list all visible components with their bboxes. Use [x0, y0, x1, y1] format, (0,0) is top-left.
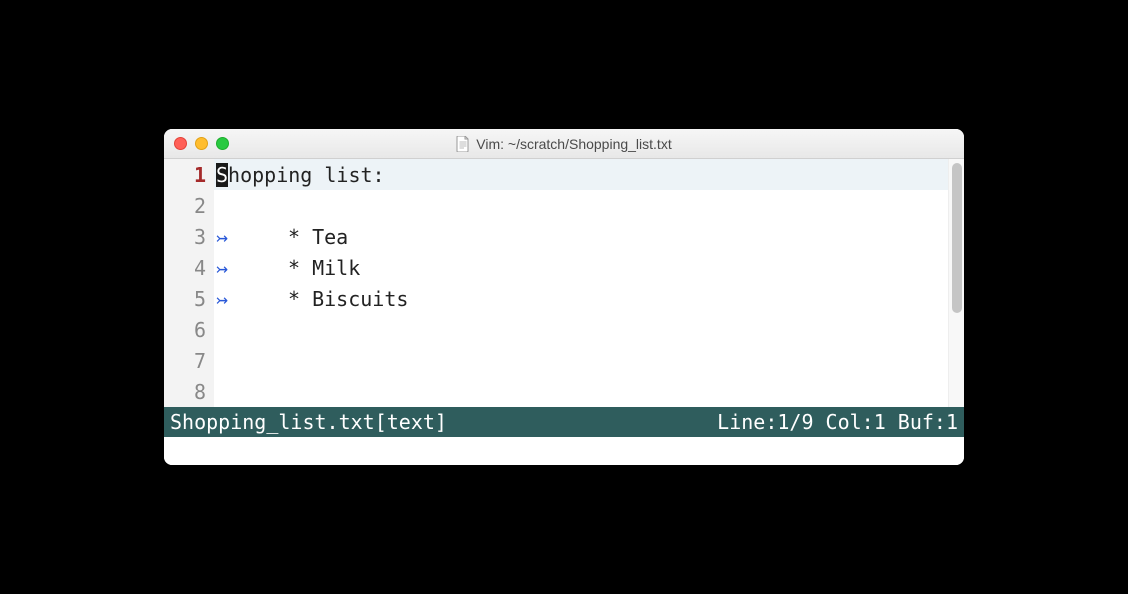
line-number: 2 — [164, 190, 214, 221]
line-content[interactable] — [214, 345, 948, 376]
status-position: Line:1/9 Col:1 Buf:1 — [717, 410, 958, 434]
editor-line[interactable]: 6 — [164, 314, 948, 345]
maximize-button[interactable] — [216, 137, 229, 150]
line-number: 7 — [164, 345, 214, 376]
line-text: * Milk — [288, 256, 360, 280]
close-button[interactable] — [174, 137, 187, 150]
scrollbar[interactable] — [948, 159, 964, 407]
line-content[interactable] — [214, 314, 948, 345]
line-content[interactable]: ↣ * Tea — [214, 221, 948, 252]
vim-window: Vim: ~/scratch/Shopping_list.txt 1Shoppi… — [164, 129, 964, 465]
editor-line[interactable]: 5↣ * Biscuits — [164, 283, 948, 314]
editor-line[interactable]: 1Shopping list: — [164, 159, 948, 190]
line-number: 5 — [164, 283, 214, 314]
tab-indicator-icon: ↣ — [216, 256, 228, 280]
scrollbar-thumb[interactable] — [952, 163, 962, 313]
minimize-button[interactable] — [195, 137, 208, 150]
editor-line[interactable]: 4↣ * Milk — [164, 252, 948, 283]
document-icon — [456, 136, 470, 152]
editor-line[interactable]: 8 — [164, 376, 948, 407]
line-text: hopping list: — [228, 163, 385, 187]
window-title: Vim: ~/scratch/Shopping_list.txt — [476, 136, 671, 152]
editor-line[interactable]: 3↣ * Tea — [164, 221, 948, 252]
line-content[interactable]: Shopping list: — [214, 159, 948, 190]
statusbar: Shopping_list.txt[text] Line:1/9 Col:1 B… — [164, 407, 964, 437]
line-number: 1 — [164, 159, 214, 190]
text-buffer[interactable]: 1Shopping list:23↣* Tea4↣* Milk5↣* Biscu… — [164, 159, 948, 407]
command-line-area[interactable] — [164, 437, 964, 465]
line-text: * Tea — [288, 225, 348, 249]
traffic-lights — [174, 137, 229, 150]
status-filename: Shopping_list.txt[text] — [170, 410, 447, 434]
tab-indicator-icon: ↣ — [216, 287, 228, 311]
line-number: 6 — [164, 314, 214, 345]
line-content[interactable]: ↣ * Biscuits — [214, 283, 948, 314]
line-text: * Biscuits — [288, 287, 408, 311]
title-wrap: Vim: ~/scratch/Shopping_list.txt — [164, 136, 964, 152]
tab-indicator-icon: ↣ — [216, 225, 228, 249]
line-content[interactable]: ↣ * Milk — [214, 252, 948, 283]
editor-area[interactable]: 1Shopping list:23↣* Tea4↣* Milk5↣* Biscu… — [164, 159, 964, 407]
cursor: S — [216, 163, 228, 187]
line-number: 4 — [164, 252, 214, 283]
editor-line[interactable]: 7 — [164, 345, 948, 376]
editor-line[interactable]: 2 — [164, 190, 948, 221]
line-number: 8 — [164, 376, 214, 407]
line-content[interactable] — [214, 376, 948, 407]
line-number: 3 — [164, 221, 214, 252]
line-content[interactable] — [214, 190, 948, 221]
titlebar[interactable]: Vim: ~/scratch/Shopping_list.txt — [164, 129, 964, 159]
